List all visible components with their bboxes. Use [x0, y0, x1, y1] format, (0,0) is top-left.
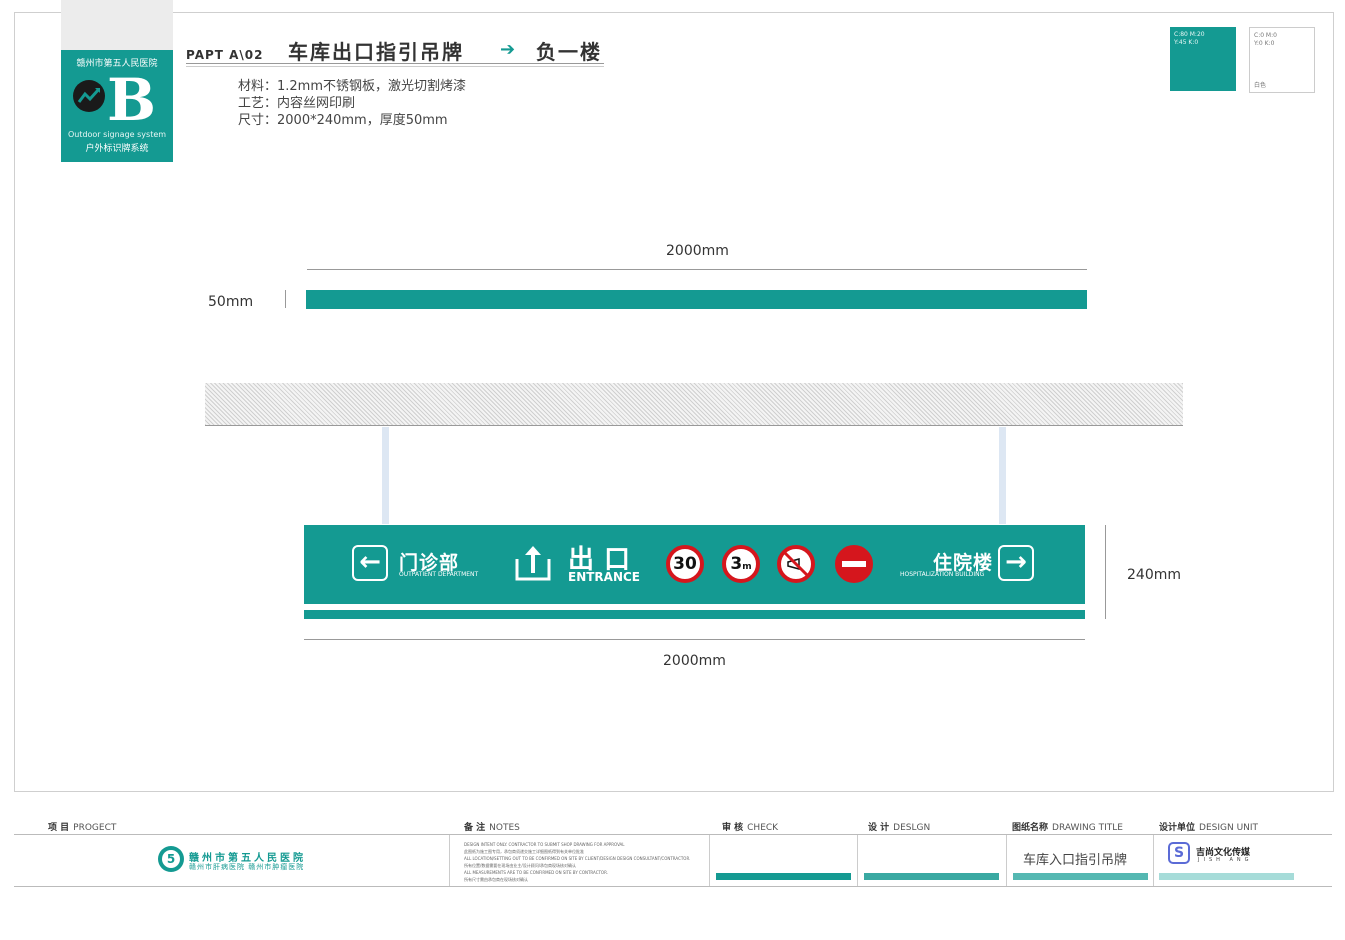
footer-check-cn: 审 核 [722, 823, 744, 833]
no-entry-sign [835, 545, 873, 583]
notes-text: DESIGN INTENT ONLY. CONTRACTOR TO SUBMIT… [464, 841, 702, 883]
hanging-sign: ← 门诊部 OUTPATIENT DEPARTMENT 出口 ENTRANCE … [304, 525, 1085, 604]
footer-check-en: CHECK [747, 823, 779, 833]
height-limit-value: 3 [730, 554, 743, 574]
logo-system-en: Outdoor signage system [67, 130, 167, 139]
bottom-width-dimension-line [304, 639, 1085, 640]
title-bar [1013, 873, 1148, 880]
right-destination-en: HOSPITALIZATION BUILDING [900, 571, 985, 578]
unit-bar [1159, 873, 1294, 880]
footer-notes-header: 备 注 NOTES [464, 820, 520, 833]
hospital-logo-mark: 5 [162, 850, 180, 868]
part-number: PAPT A\02 [186, 48, 264, 62]
height-limit-unit: m [742, 562, 752, 572]
footer-notes-en: NOTES [489, 823, 520, 833]
footer-unit-header: 设计单位 DESIGN UNIT [1159, 820, 1258, 833]
speed-limit-sign: 30 [666, 545, 704, 583]
company-logo-icon: S [1168, 842, 1190, 864]
footer-title-cn: 图纸名称 [1012, 823, 1049, 833]
floor-label: 负一楼 [536, 40, 602, 64]
drawing-title: 车库出口指引吊牌 [288, 40, 464, 64]
height-dimension-line [1105, 525, 1106, 619]
footer-title-en: DRAWING TITLE [1052, 823, 1123, 833]
swatch-teal-label: C:80 M:20 Y:45 K:0 [1174, 31, 1205, 46]
drawing-name: 车库入口指引吊牌 [1023, 853, 1128, 868]
top-width-dimension-line [307, 269, 1087, 270]
logo-top-block [61, 0, 173, 50]
ceiling-slab [205, 383, 1183, 426]
footer-design-en: DESLGN [893, 823, 931, 833]
speed-limit-value: 30 [673, 554, 697, 574]
thickness-dimension-line [285, 290, 286, 308]
footer-divider-1 [449, 835, 450, 886]
top-width-label: 2000mm [666, 243, 729, 259]
spec-size: 尺寸：2000*240mm，厚度50mm [238, 113, 448, 128]
height-label: 240mm [1127, 567, 1181, 583]
trend-icon [73, 80, 105, 112]
bottom-width-label: 2000mm [663, 653, 726, 669]
footer-divider-5 [1153, 835, 1154, 886]
thickness-label: 50mm [208, 294, 254, 310]
swatch-white-label: C:0 M:0 Y:0 K:0 [1254, 32, 1277, 47]
title-rule [186, 63, 604, 64]
note-line: DESIGN INTENT ONLY. CONTRACTOR TO SUBMIT… [464, 842, 625, 847]
footer-divider-3 [857, 835, 858, 886]
logo-system-cn: 户外标识牌系统 [85, 144, 149, 154]
height-limit-group: 3m [726, 549, 756, 582]
note-line: 所有尺寸需由承包商在现场核对确认 [464, 877, 528, 882]
swatch-teal: C:80 M:20 Y:45 K:0 [1170, 27, 1236, 91]
sign-bottom-strip [304, 610, 1085, 619]
left-destination-en: OUTPATIENT DEPARTMENT [399, 571, 479, 578]
sign-top-view [306, 290, 1087, 309]
footer-unit-cn: 设计单位 [1159, 823, 1196, 833]
title-rule-secondary [186, 66, 604, 67]
footer-design-header: 设 计 DESLGN [868, 820, 930, 833]
footer-design-cn: 设 计 [868, 823, 890, 833]
footer-title-header: 图纸名称 DRAWING TITLE [1012, 820, 1123, 833]
company-name-en: JISH ANG [1198, 857, 1253, 863]
footer-notes-cn: 备 注 [464, 823, 486, 833]
logo-letter: B [107, 66, 157, 134]
design-bar [864, 873, 999, 880]
swatch-white: C:0 M:0 Y:0 K:0 白色 [1249, 27, 1315, 93]
arrow-right-box-icon: → [998, 545, 1034, 581]
footer-bottom-rule [14, 886, 1332, 887]
note-line: ALL MEASUREMENTS ARE TO BE CONFIRMED ON … [464, 870, 608, 875]
footer-divider-4 [1006, 835, 1007, 886]
footer-top-rule [14, 834, 1332, 835]
height-limit-sign: 3m [722, 545, 760, 583]
logo-block: 赣州市第五人民医院 B Outdoor signage system 户外标识牌… [61, 50, 173, 162]
check-bar [716, 873, 851, 880]
project-subtitle: 赣州市肝病医院 赣州市肿瘤医院 [189, 863, 305, 871]
note-line: ALL LOCATION/SETTING OUT TO BE CONFIRMED… [464, 856, 691, 861]
footer-project-header: 项 目 PROGECT [48, 820, 116, 833]
footer-unit-en: DESIGN UNIT [1199, 823, 1259, 833]
footer-project-cn: 项 目 [48, 823, 70, 833]
note-line: 此图纸为施工图专用，承包商须递交施工详细图纸得到有关单位批准 [464, 849, 584, 854]
hanging-rod-left [382, 427, 389, 524]
hospital-logo-icon: 5 [158, 846, 184, 872]
no-entry-bar [842, 561, 866, 567]
footer-project-en: PROGECT [73, 823, 117, 833]
note-line: 所有位置/数据需要在现场由业主/设计顾问/承包商现场核对确认 [464, 863, 577, 868]
arrow-left-icon: ← [352, 545, 388, 581]
no-horn-sign [777, 545, 815, 583]
swatch-white-name: 白色 [1254, 82, 1267, 89]
footer-divider-2 [709, 835, 710, 886]
exit-icon [514, 543, 552, 587]
footer-check-header: 审 核 CHECK [722, 820, 778, 833]
hanging-rod-right [999, 427, 1006, 524]
exit-label-en: ENTRANCE [568, 570, 640, 584]
arrow-right-icon: ➔ [500, 39, 516, 60]
